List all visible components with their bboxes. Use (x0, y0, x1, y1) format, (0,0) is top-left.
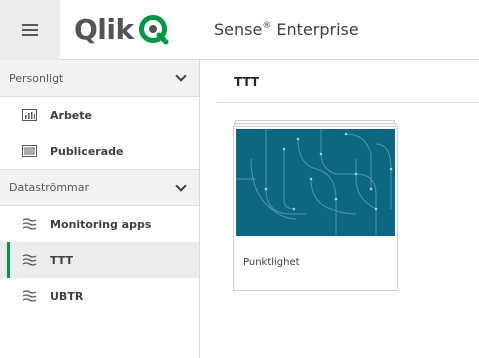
sidebar-item-ttt[interactable]: TTT (0, 242, 199, 278)
chevron-down-icon (175, 179, 187, 192)
bar-chart-icon (21, 108, 37, 122)
sidebar: Personligt Arbete Publicerade Dataströmm… (0, 60, 200, 358)
logo-text: Qlik (74, 13, 134, 46)
section-personal-label: Personligt (9, 71, 64, 85)
sidebar-item-label: Monitoring apps (50, 217, 152, 231)
sidebar-item-label: TTT (50, 253, 74, 267)
chevron-down-icon (175, 70, 187, 82)
qlik-logo: Qlik (74, 14, 169, 46)
published-icon (21, 144, 37, 158)
app-thumbnail-pattern-icon (236, 129, 395, 236)
main-content: TTT Punktlighet (201, 60, 479, 358)
section-streams-label: Dataströmmar (9, 181, 90, 194)
stream-icon (21, 253, 37, 267)
hamburger-menu-button[interactable] (0, 0, 60, 60)
section-personal[interactable]: Personligt (0, 60, 199, 97)
sidebar-item-published[interactable]: Publicerade (0, 133, 199, 169)
hamburger-icon (22, 24, 38, 36)
qlik-q-icon (138, 15, 169, 45)
sidebar-item-monitoring-apps[interactable]: Monitoring apps (0, 206, 199, 242)
sidebar-item-work[interactable]: Arbete (0, 97, 199, 133)
stream-icon (21, 289, 37, 303)
sidebar-item-label: UBTR (50, 289, 84, 303)
section-streams[interactable]: Dataströmmar (0, 169, 199, 206)
app-card-title: Punktlighet (243, 257, 300, 268)
stream-title: TTT (234, 75, 260, 89)
sidebar-item-label: Publicerade (50, 144, 124, 158)
sidebar-item-label: Arbete (50, 108, 92, 122)
divider (217, 102, 479, 103)
product-name: Sense® Enterprise (214, 20, 359, 39)
sidebar-item-ubtr[interactable]: UBTR (0, 278, 199, 314)
app-card[interactable]: Punktlighet (233, 126, 398, 291)
stream-icon (21, 217, 37, 231)
app-thumbnail (236, 129, 395, 236)
top-bar: Qlik Sense® Enterprise (0, 0, 479, 60)
